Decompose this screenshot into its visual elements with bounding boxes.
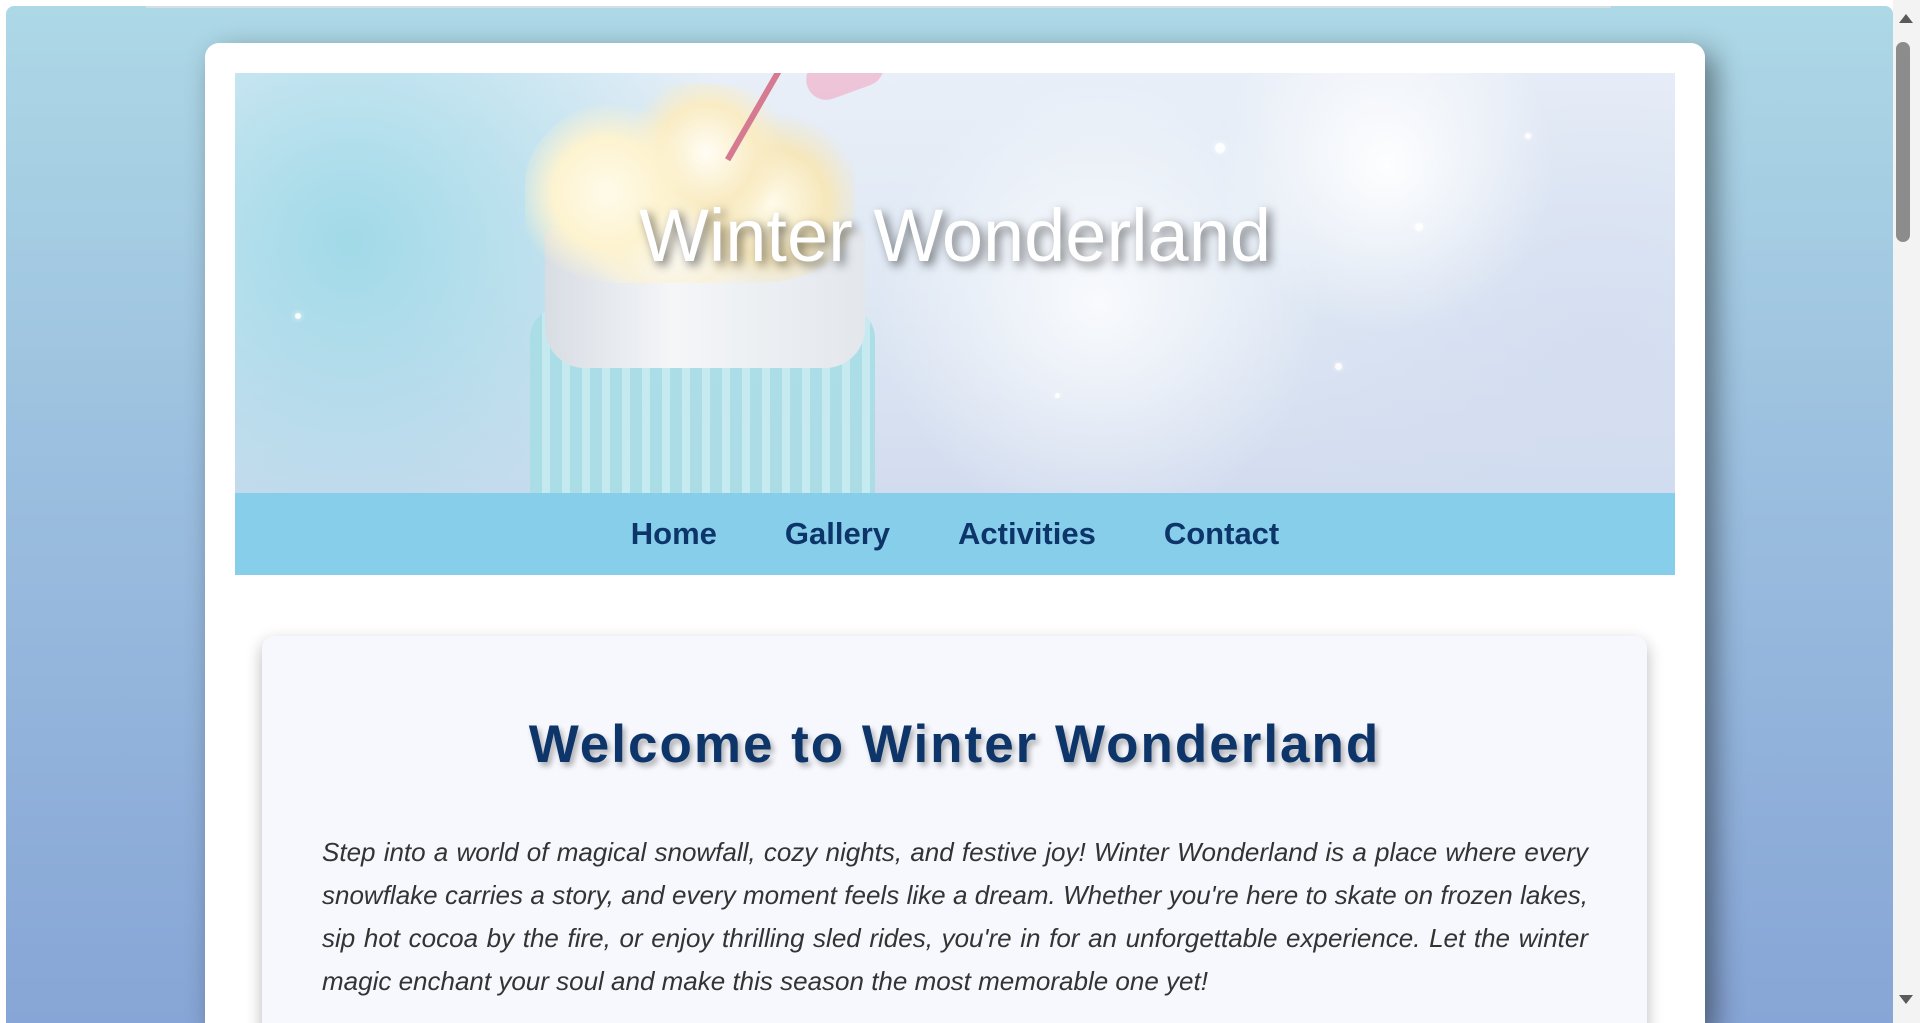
sparkle-decoration: [1525, 133, 1531, 139]
hero-banner: Winter Wonderland: [235, 73, 1675, 493]
sparkle-decoration: [1335, 363, 1342, 370]
page-container: Winter Wonderland Home Gallery Activitie…: [205, 43, 1705, 1023]
nav-link-home[interactable]: Home: [631, 493, 717, 575]
sparkle-decoration: [1215, 143, 1225, 153]
main-navigation: Home Gallery Activities Contact: [235, 493, 1675, 575]
hero-image-straw-decoration: [800, 73, 890, 106]
scroll-up-arrow-icon[interactable]: [1899, 14, 1913, 23]
welcome-card: Welcome to Winter Wonderland Step into a…: [262, 636, 1647, 1023]
top-divider: [146, 6, 1611, 8]
nav-link-gallery[interactable]: Gallery: [785, 493, 890, 575]
nav-link-activities[interactable]: Activities: [958, 493, 1096, 575]
nav-link-contact[interactable]: Contact: [1164, 493, 1279, 575]
welcome-heading: Welcome to Winter Wonderland: [528, 715, 1381, 774]
welcome-paragraph: Step into a world of magical snowfall, c…: [322, 837, 1588, 996]
sparkle-decoration: [295, 313, 301, 319]
sparkle-decoration: [1055, 393, 1060, 398]
scroll-down-arrow-icon[interactable]: [1899, 995, 1913, 1004]
page-viewport: Winter Wonderland Home Gallery Activitie…: [6, 6, 1893, 1023]
scrollbar-thumb[interactable]: [1896, 42, 1910, 242]
hero-title: Winter Wonderland: [638, 194, 1272, 277]
